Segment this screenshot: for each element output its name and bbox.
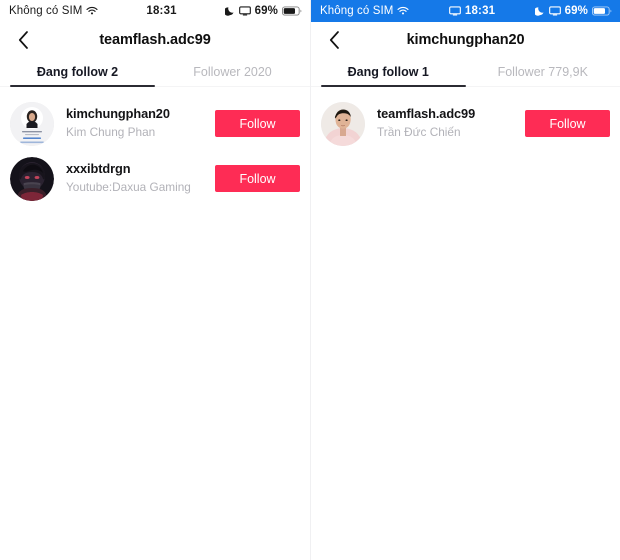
user-text: teamflash.adc99 Trần Đức Chiến bbox=[365, 105, 525, 141]
wifi-icon bbox=[86, 6, 98, 16]
phone-screen-left: Không có SIM 18:31 69% teamflash.adc99 Đ… bbox=[0, 0, 310, 560]
moon-icon bbox=[224, 6, 235, 16]
tab-bar: Đang follow 1 Follower 779,9K bbox=[311, 57, 620, 87]
back-chevron-icon bbox=[329, 30, 340, 49]
battery-icon bbox=[592, 6, 612, 16]
clock-label: 18:31 bbox=[146, 5, 177, 17]
status-bar-center: 18:31 bbox=[98, 5, 224, 17]
status-bar-center: 18:31 bbox=[409, 5, 534, 17]
nickname-label: Kim Chung Phan bbox=[66, 124, 156, 139]
wifi-icon bbox=[397, 6, 409, 16]
list-item[interactable]: teamflash.adc99 Trần Đức Chiến Follow bbox=[311, 96, 620, 151]
back-button[interactable] bbox=[321, 27, 347, 53]
active-tab-indicator bbox=[10, 84, 155, 87]
tab-following[interactable]: Đang follow 1 bbox=[311, 57, 466, 87]
tab-following-label: Đang follow 1 bbox=[347, 65, 429, 79]
tab-following-label: Đang follow 2 bbox=[36, 65, 119, 79]
follow-button[interactable]: Follow bbox=[215, 110, 300, 137]
clock-label: 18:31 bbox=[464, 5, 496, 17]
avatar[interactable] bbox=[321, 101, 365, 146]
carrier-label: Không có SIM bbox=[9, 5, 83, 17]
status-bar: Không có SIM 18:31 69% bbox=[311, 0, 620, 22]
nickname-label: Trần Đức Chiến bbox=[377, 124, 461, 139]
user-list: teamflash.adc99 Trần Đức Chiến Follow bbox=[311, 87, 620, 151]
screen-mirroring-icon bbox=[548, 6, 561, 16]
dual-screenshot-container: Không có SIM 18:31 69% teamflash.adc99 Đ… bbox=[0, 0, 620, 560]
tab-followers-label: Follower 2020 bbox=[193, 65, 272, 79]
list-item[interactable]: kimchungphan20 Kim Chung Phan Follow bbox=[0, 96, 310, 151]
navigation-bar: teamflash.adc99 bbox=[0, 22, 310, 57]
username-label: xxxibtdrgn bbox=[66, 161, 131, 177]
carrier-label: Không có SIM bbox=[320, 5, 394, 17]
avatar[interactable] bbox=[10, 101, 54, 146]
screen-mirroring-icon bbox=[238, 6, 251, 16]
battery-icon bbox=[282, 6, 302, 16]
user-text: xxxibtdrgn Youtube:Daxua Gaming bbox=[54, 160, 215, 196]
follow-button[interactable]: Follow bbox=[215, 165, 300, 192]
status-bar-left: Không có SIM bbox=[9, 5, 98, 17]
avatar[interactable] bbox=[10, 156, 54, 201]
follow-button[interactable]: Follow bbox=[525, 110, 610, 137]
username-label: kimchungphan20 bbox=[66, 106, 170, 122]
status-bar-right: 69% bbox=[534, 5, 612, 17]
tab-followers-label: Follower 779,9K bbox=[497, 65, 588, 79]
back-chevron-icon bbox=[18, 30, 29, 49]
status-bar-right: 69% bbox=[224, 5, 302, 17]
user-list: kimchungphan20 Kim Chung Phan Follow xxx… bbox=[0, 87, 310, 206]
battery-percent-label: 69% bbox=[564, 5, 588, 17]
username-label: teamflash.adc99 bbox=[377, 106, 476, 122]
active-tab-indicator bbox=[321, 84, 466, 87]
navigation-bar: kimchungphan20 bbox=[311, 22, 620, 57]
status-bar: Không có SIM 18:31 69% bbox=[0, 0, 310, 22]
list-item[interactable]: xxxibtdrgn Youtube:Daxua Gaming Follow bbox=[0, 151, 310, 206]
tab-followers[interactable]: Follower 779,9K bbox=[466, 57, 620, 87]
tab-following[interactable]: Đang follow 2 bbox=[0, 57, 155, 87]
tab-followers[interactable]: Follower 2020 bbox=[155, 57, 310, 87]
phone-screen-right: Không có SIM 18:31 69% kimchungphan20 Đa… bbox=[310, 0, 620, 560]
battery-percent-label: 69% bbox=[254, 5, 278, 17]
tab-bar: Đang follow 2 Follower 2020 bbox=[0, 57, 310, 87]
moon-icon bbox=[534, 6, 545, 16]
screen-mirroring-icon bbox=[448, 6, 461, 16]
back-button[interactable] bbox=[10, 27, 36, 53]
user-text: kimchungphan20 Kim Chung Phan bbox=[54, 105, 215, 141]
page-title: kimchungphan20 bbox=[406, 31, 525, 48]
status-bar-left: Không có SIM bbox=[320, 5, 409, 17]
nickname-label: Youtube:Daxua Gaming bbox=[66, 179, 191, 194]
page-title: teamflash.adc99 bbox=[99, 31, 211, 48]
